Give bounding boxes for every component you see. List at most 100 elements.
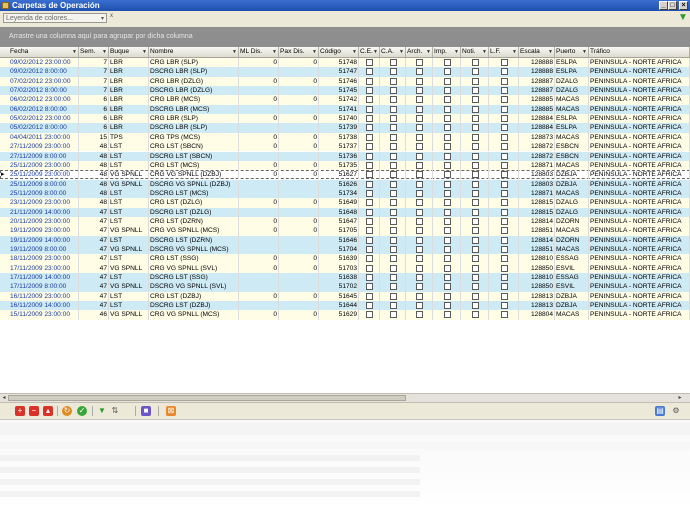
cell-nombre[interactable]: DSCRG LST (MCS) — [149, 188, 239, 199]
cell-codigo[interactable]: 51745 — [319, 86, 359, 96]
cell-puerto[interactable]: ESBCN — [555, 151, 589, 161]
cell-escala[interactable]: 128871 — [519, 160, 555, 171]
table-row[interactable]: 15/11/2009 23:00:00 46 VG SPNLL CRG VG SPNL… — [0, 310, 690, 320]
cell-ml[interactable] — [239, 273, 279, 283]
checkbox[interactable] — [472, 105, 479, 113]
checkbox[interactable] — [501, 105, 508, 113]
color-legend-dropdown[interactable]: Leyenda de colores... ▾ — [3, 13, 107, 23]
checkbox[interactable] — [472, 59, 479, 66]
cell-puerto[interactable]: DZBJA — [555, 301, 589, 311]
checkbox[interactable] — [390, 171, 397, 179]
horizontal-scrollbar[interactable]: ◂ ▸ — [0, 393, 690, 402]
cell-nombre[interactable]: DSCRG LST (SSG) — [149, 273, 239, 283]
cell-codigo[interactable]: 51646 — [319, 235, 359, 245]
cell-nombre[interactable]: DSCRG LBR (SLP) — [149, 67, 239, 77]
checkbox[interactable] — [472, 161, 479, 169]
cell-fecha[interactable]: 19/11/2009 8:00:00 — [9, 245, 79, 255]
cell-puerto[interactable]: ESVIL — [555, 282, 589, 292]
cell-nombre[interactable]: CRG LST (DZBJ) — [149, 291, 239, 302]
cell-fecha[interactable]: 25/11/2009 23:00:00 — [9, 170, 79, 180]
checkbox[interactable] — [390, 236, 397, 244]
cell-nombre[interactable]: CRG LST (DZRN) — [149, 216, 239, 227]
chevron-down-icon[interactable]: ▼ — [102, 47, 107, 57]
cell-pax[interactable]: 0 — [279, 114, 319, 124]
checkbox[interactable] — [416, 264, 423, 272]
checkbox[interactable] — [390, 77, 397, 85]
cell-pax[interactable]: 0 — [279, 160, 319, 171]
checkbox[interactable] — [501, 302, 508, 310]
cell-puerto[interactable]: DZALG — [555, 86, 589, 96]
cell-escala[interactable]: 128851 — [519, 226, 555, 236]
cell-buque[interactable]: LBR — [109, 67, 149, 77]
checkbox[interactable] — [472, 180, 479, 188]
checkbox[interactable] — [444, 255, 451, 263]
checkbox[interactable] — [366, 96, 373, 104]
cell-puerto[interactable]: DZBJA — [555, 170, 589, 180]
cell-puerto[interactable]: DZORN — [555, 216, 589, 227]
checkbox[interactable] — [501, 87, 508, 95]
checkbox[interactable] — [366, 189, 373, 197]
cell-nombre[interactable]: DSCRG LBR (DZLG) — [149, 86, 239, 96]
column-header[interactable]: Nombre ▼ — [149, 47, 239, 57]
checkbox[interactable] — [444, 96, 451, 104]
checkbox[interactable] — [444, 115, 451, 123]
chevron-down-icon[interactable]: ▼ — [582, 47, 587, 57]
checkbox[interactable] — [501, 189, 508, 197]
checkbox[interactable] — [390, 199, 397, 207]
cell-trafico[interactable]: PENINSULA - NORTE AFRICA — [589, 198, 690, 208]
checkbox[interactable] — [472, 302, 479, 310]
cell-fecha[interactable]: 19/11/2009 23:00:00 — [9, 226, 79, 236]
cell-puerto[interactable]: DZALG — [555, 76, 589, 86]
checkbox[interactable] — [501, 264, 508, 272]
cell-codigo[interactable]: 51703 — [319, 263, 359, 273]
cell-ml[interactable]: 0 — [239, 142, 279, 152]
sort-icon[interactable]: ⇅ — [110, 406, 120, 416]
table-row[interactable]: 25/11/2009 23:00:00 48 LST CRG LST (MCS) 0 0 5… — [0, 160, 690, 171]
cell-nombre[interactable]: CRG LST (SBCN) — [149, 142, 239, 152]
table-row[interactable]: 16/11/2009 14:00:00 47 LST DSCRG LST (DZBJ)… — [0, 301, 690, 311]
cell-fecha[interactable]: 16/11/2009 23:00:00 — [9, 291, 79, 302]
table-row[interactable]: 06/02/2012 8:00:00 6 LBR DSCRG LBR (MCS) 517… — [0, 104, 690, 115]
cell-codigo[interactable]: 51645 — [319, 291, 359, 302]
cell-escala[interactable]: 128888 — [519, 58, 555, 68]
table-row[interactable]: 27/11/2009 8:00:00 48 LST DSCRG LST (SBCN) 5… — [0, 151, 690, 161]
cell-trafico[interactable]: PENINSULA - NORTE AFRICA — [589, 216, 690, 227]
cell-nombre[interactable]: DSCRG VG SPNLL (SVL) — [149, 282, 239, 292]
checkbox[interactable] — [444, 124, 451, 132]
checkbox[interactable] — [366, 68, 373, 76]
refresh-icon[interactable]: ↻ — [62, 406, 72, 416]
cell-trafico[interactable]: PENINSULA - NORTE AFRICA — [589, 179, 690, 189]
column-header[interactable]: Sem. ▼ — [79, 47, 109, 57]
checkbox[interactable] — [472, 274, 479, 282]
checkbox[interactable] — [444, 171, 451, 179]
cell-ml[interactable] — [239, 188, 279, 199]
checkbox[interactable] — [366, 236, 373, 244]
cell-ml[interactable] — [239, 245, 279, 255]
checkbox[interactable] — [501, 77, 508, 85]
checkbox[interactable] — [444, 105, 451, 113]
checkbox[interactable] — [390, 189, 397, 197]
cell-ml[interactable]: 0 — [239, 132, 279, 143]
checkbox[interactable] — [472, 96, 479, 104]
cell-puerto[interactable]: MACAS — [555, 132, 589, 143]
cell-buque[interactable]: LST — [109, 216, 149, 227]
config-icon[interactable]: ⚙ — [671, 406, 681, 416]
group-by-drop-zone[interactable]: Arrastre una columna aquí para agrupar p… — [0, 27, 690, 47]
checkbox[interactable] — [390, 143, 397, 151]
cell-ml[interactable] — [239, 179, 279, 189]
checkbox[interactable] — [416, 283, 423, 291]
cell-codigo[interactable]: 51638 — [319, 273, 359, 283]
checkbox[interactable] — [366, 180, 373, 188]
cell-sem[interactable]: 6 — [79, 114, 109, 124]
checkbox[interactable] — [501, 217, 508, 225]
checkbox[interactable] — [366, 208, 373, 216]
table-row[interactable]: 09/02/2012 23:00:00 7 LBR CRG LBR (SLP) 0 0 51… — [0, 58, 690, 68]
column-header[interactable]: Tráfico — [589, 47, 690, 57]
cell-ml[interactable] — [239, 282, 279, 292]
checkbox[interactable] — [501, 255, 508, 263]
accept-icon[interactable]: ✓ — [77, 406, 87, 416]
cell-pax[interactable]: 0 — [279, 132, 319, 143]
cell-fecha[interactable]: 17/11/2009 8:00:00 — [9, 282, 79, 292]
cell-codigo[interactable]: 51627 — [319, 170, 359, 180]
checkbox[interactable] — [390, 124, 397, 132]
